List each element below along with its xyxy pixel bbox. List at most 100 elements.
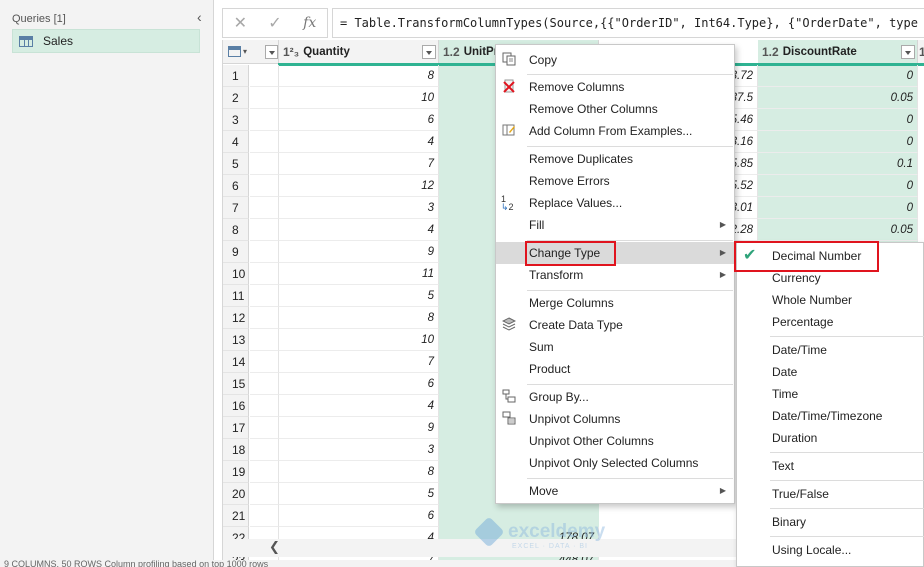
row-number[interactable]: 14 [223, 351, 249, 373]
row-number[interactable]: 17 [223, 417, 249, 439]
queries-pane: Queries [1] ‹ Sales [0, 0, 214, 567]
row-number[interactable]: 5 [223, 153, 249, 175]
type-using-locale[interactable]: Using Locale... [737, 539, 924, 561]
menu-item-group-by[interactable]: Group By... [496, 386, 734, 408]
menu-item-unpivot-other-columns[interactable]: Unpivot Other Columns [496, 430, 734, 452]
menu-item-remove-errors[interactable]: Remove Errors [496, 170, 734, 192]
column-header-discountrate[interactable]: 1.2 DiscountRate [758, 40, 918, 64]
cell-quantity[interactable]: 8 [279, 307, 439, 329]
row-number[interactable]: 20 [223, 483, 249, 505]
type-icon[interactable]: 1 [919, 45, 924, 59]
query-item-sales[interactable]: Sales [12, 29, 200, 53]
row-number[interactable]: 18 [223, 439, 249, 461]
decimal-type-icon[interactable]: 1.2 [762, 45, 779, 59]
cell-quantity[interactable]: 6 [279, 505, 439, 527]
type-date[interactable]: Date [737, 361, 924, 383]
cell-quantity[interactable]: 9 [279, 417, 439, 439]
whole-number-type-icon[interactable]: 1²₃ [283, 45, 299, 59]
cell-discountrate[interactable]: 0 [758, 131, 918, 153]
row-number[interactable]: 4 [223, 131, 249, 153]
row-number[interactable]: 10 [223, 263, 249, 285]
type-date-time-timezone[interactable]: Date/Time/Timezone [737, 405, 924, 427]
row-number[interactable]: 13 [223, 329, 249, 351]
row-number[interactable]: 8 [223, 219, 249, 241]
type-percentage[interactable]: Percentage [737, 311, 924, 333]
cancel-icon[interactable]: ✕ [223, 13, 258, 33]
row-number[interactable]: 2 [223, 87, 249, 109]
menu-item-create-data-type[interactable]: Create Data Type [496, 314, 734, 336]
row-number[interactable]: 3 [223, 109, 249, 131]
row-number[interactable]: 19 [223, 461, 249, 483]
menu-item-fill[interactable]: Fill ▶ [496, 214, 734, 236]
cell-quantity[interactable]: 3 [279, 197, 439, 219]
menu-item-remove-other-columns[interactable]: Remove Other Columns [496, 98, 734, 120]
menu-item-replace-values[interactable]: 1 ↳2 Replace Values... [496, 192, 734, 214]
commit-icon[interactable]: ✓ [258, 13, 293, 33]
cell-quantity[interactable]: 7 [279, 153, 439, 175]
cell-discountrate[interactable]: 0 [758, 197, 918, 219]
row-number[interactable]: 6 [223, 175, 249, 197]
cell-quantity[interactable]: 5 [279, 285, 439, 307]
cell-discountrate[interactable]: 0.05 [758, 219, 918, 241]
cell-discountrate[interactable]: 0 [758, 65, 918, 87]
filter-dropdown-icon[interactable] [265, 44, 278, 59]
cell-quantity[interactable]: 8 [279, 461, 439, 483]
menu-item-sum[interactable]: Sum [496, 336, 734, 358]
menu-item-unpivot-columns[interactable]: Unpivot Columns [496, 408, 734, 430]
type-text[interactable]: Text [737, 455, 924, 477]
formula-input[interactable]: = Table.TransformColumnTypes(Source,{{"O… [332, 8, 924, 38]
collapse-pane-icon[interactable]: ‹ [197, 9, 202, 25]
row-number[interactable]: 12 [223, 307, 249, 329]
filter-dropdown-icon[interactable] [422, 44, 436, 59]
table-menu-icon[interactable] [228, 46, 241, 57]
cell-quantity[interactable]: 8 [279, 65, 439, 87]
type-binary[interactable]: Binary [737, 511, 924, 533]
cell-quantity[interactable]: 5 [279, 483, 439, 505]
cell-quantity[interactable]: 10 [279, 87, 439, 109]
decimal-type-icon[interactable]: 1.2 [443, 45, 460, 59]
menu-item-unpivot-only-selected[interactable]: Unpivot Only Selected Columns [496, 452, 734, 474]
scroll-left-icon[interactable]: ❮ [269, 539, 280, 555]
type-true-false[interactable]: True/False [737, 483, 924, 505]
cell-discountrate[interactable]: 0.05 [758, 87, 918, 109]
row-number[interactable]: 1 [223, 65, 249, 87]
chevron-down-icon[interactable]: ▾ [243, 47, 247, 56]
cell-discountrate[interactable]: 0 [758, 109, 918, 131]
menu-item-remove-duplicates[interactable]: Remove Duplicates [496, 148, 734, 170]
fx-icon[interactable]: fx [292, 15, 327, 31]
row-number[interactable]: 7 [223, 197, 249, 219]
column-header-next[interactable]: 1 [918, 40, 924, 64]
cell-quantity[interactable]: 12 [279, 175, 439, 197]
cell-quantity[interactable]: 7 [279, 351, 439, 373]
type-date-time[interactable]: Date/Time [737, 339, 924, 361]
cell-quantity[interactable]: 6 [279, 373, 439, 395]
cell-quantity[interactable]: 4 [279, 131, 439, 153]
table-menu-header[interactable]: ▾ [223, 40, 279, 64]
menu-item-transform[interactable]: Transform ▶ [496, 264, 734, 286]
cell-quantity[interactable]: 4 [279, 219, 439, 241]
row-number[interactable]: 21 [223, 505, 249, 527]
menu-item-merge-columns[interactable]: Merge Columns [496, 292, 734, 314]
row-number[interactable]: 16 [223, 395, 249, 417]
cell-quantity[interactable]: 9 [279, 241, 439, 263]
menu-item-move[interactable]: Move ▶ [496, 480, 734, 502]
type-duration[interactable]: Duration [737, 427, 924, 449]
menu-item-product[interactable]: Product [496, 358, 734, 380]
cell-quantity[interactable]: 10 [279, 329, 439, 351]
cell-quantity[interactable]: 11 [279, 263, 439, 285]
type-time[interactable]: Time [737, 383, 924, 405]
cell-quantity[interactable]: 6 [279, 109, 439, 131]
type-whole-number[interactable]: Whole Number [737, 289, 924, 311]
cell-discountrate[interactable]: 0.1 [758, 153, 918, 175]
row-number[interactable]: 15 [223, 373, 249, 395]
menu-item-copy[interactable]: Copy [496, 49, 734, 71]
menu-item-add-column-from-examples[interactable]: Add Column From Examples... [496, 120, 734, 142]
row-number[interactable]: 11 [223, 285, 249, 307]
filter-dropdown-icon[interactable] [901, 44, 915, 59]
cell-quantity[interactable]: 3 [279, 439, 439, 461]
row-number[interactable]: 9 [223, 241, 249, 263]
column-header-quantity[interactable]: 1²₃ Quantity [279, 40, 439, 64]
cell-discountrate[interactable]: 0 [758, 175, 918, 197]
menu-item-remove-columns[interactable]: Remove Columns [496, 76, 734, 98]
cell-quantity[interactable]: 4 [279, 395, 439, 417]
